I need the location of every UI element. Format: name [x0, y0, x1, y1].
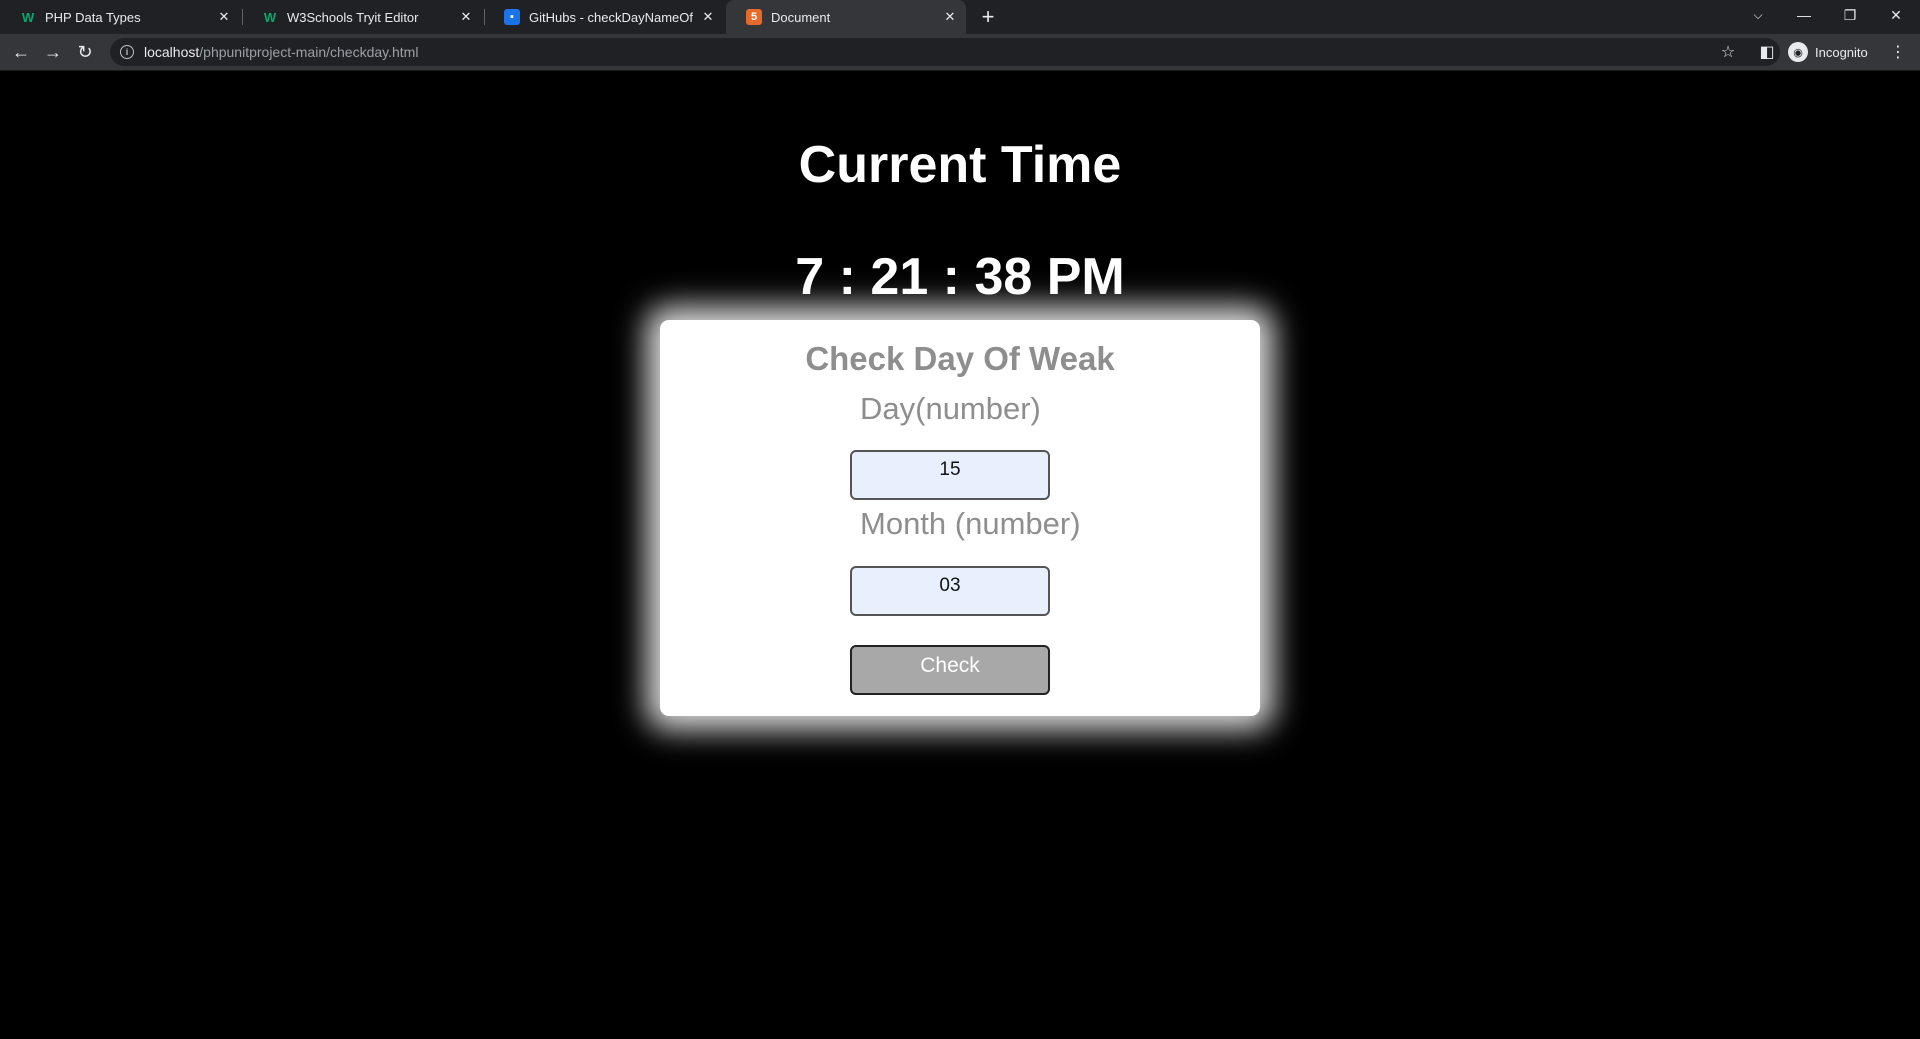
close-icon[interactable]: ✕ [458, 9, 474, 25]
close-window-icon[interactable]: ✕ [1874, 0, 1918, 30]
incognito-indicator[interactable]: ◉ Incognito [1788, 40, 1868, 64]
close-icon[interactable]: ✕ [216, 9, 232, 25]
day-input[interactable] [850, 450, 1050, 500]
tab-title: GitHubs - checkDayNameOfDate [529, 9, 694, 25]
restore-icon[interactable]: ❐ [1828, 0, 1872, 30]
clock-time: 7 : 21 : 38 PM [795, 248, 1125, 306]
form-title: Check Day Of Weak [805, 340, 1115, 377]
month-input[interactable] [850, 566, 1050, 616]
page-viewport: Current Time 7 : 21 : 38 PM Check Day Of… [0, 71, 1920, 1039]
month-label: Month (number) [860, 506, 1081, 541]
side-panel-icon[interactable]: ◧ [1753, 38, 1781, 66]
address-bar[interactable]: i localhost /phpunitproject-main/checkda… [110, 38, 1780, 66]
day-label: Day(number) [860, 391, 1041, 426]
tab-title: PHP Data Types [45, 9, 141, 25]
browser-toolbar: ← → ↻ i localhost /phpunitproject-main/c… [0, 34, 1920, 71]
w3schools-icon: W [21, 9, 35, 25]
reload-icon[interactable]: ↻ [71, 38, 99, 66]
tab-search-icon[interactable]: ⌵ [1736, 0, 1780, 30]
url-path: /phpunitproject-main/checkday.html [199, 44, 419, 60]
incognito-label: Incognito [1815, 44, 1868, 60]
back-icon[interactable]: ← [7, 38, 35, 66]
github-pages-icon: ▪ [504, 9, 520, 25]
clock-title: Current Time [798, 136, 1122, 194]
forward-icon[interactable]: → [39, 38, 67, 66]
close-icon[interactable]: ✕ [942, 9, 958, 25]
tab-document[interactable]: 5 Document ✕ [726, 0, 966, 34]
tab-github-checkday[interactable]: ▪ GitHubs - checkDayNameOfDate ✕ [484, 0, 724, 34]
url-host: localhost [144, 44, 200, 60]
site-info-icon[interactable]: i [120, 45, 134, 59]
tab-strip: W PHP Data Types ✕ W W3Schools Tryit Edi… [0, 0, 1920, 34]
incognito-icon: ◉ [1788, 42, 1808, 62]
tab-title: W3Schools Tryit Editor [287, 9, 419, 25]
html-document-icon: 5 [746, 9, 762, 25]
menu-kebab-icon[interactable]: ⋮ [1884, 38, 1912, 66]
close-icon[interactable]: ✕ [700, 9, 716, 25]
minimize-icon[interactable]: — [1782, 0, 1826, 30]
w3schools-icon: W [263, 9, 277, 25]
check-day-form: Check Day Of Weak Day(number) Month (num… [660, 320, 1260, 716]
tab-w3schools-tryit[interactable]: W W3Schools Tryit Editor ✕ [242, 0, 482, 34]
bookmark-star-icon[interactable]: ☆ [1714, 38, 1742, 66]
tab-php-data-types[interactable]: W PHP Data Types ✕ [0, 0, 240, 34]
check-button[interactable]: Check [850, 645, 1050, 695]
new-tab-button[interactable]: + [976, 5, 1000, 29]
tab-title: Document [771, 9, 831, 25]
